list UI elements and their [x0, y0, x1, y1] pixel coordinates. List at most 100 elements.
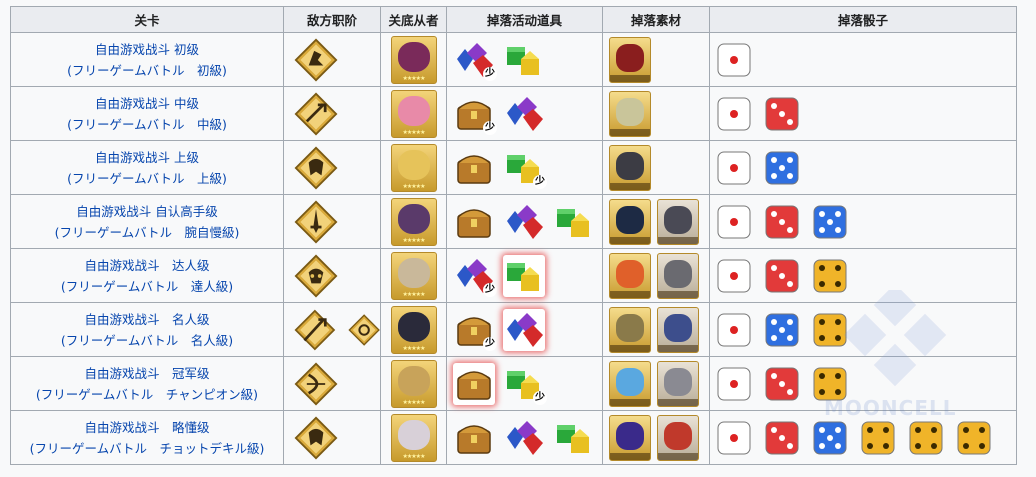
- few-badge: 少: [483, 66, 497, 81]
- stage-cell: 自由游戏战斗 达人级 (フリーゲームバトル 達人級): [10, 248, 284, 303]
- assassin-icon: [294, 254, 338, 298]
- caster-icon: [294, 92, 338, 136]
- servant-portrait[interactable]: ★★★★★: [390, 35, 437, 84]
- header-row: 关卡 敌方职阶 关底从者 掉落活动道具 掉落素材 掉落骰子: [10, 6, 1017, 33]
- servant-portrait[interactable]: ★★★★★: [390, 305, 437, 354]
- header-enemy-class: 敌方职阶: [283, 6, 381, 33]
- material-icon[interactable]: [609, 414, 651, 461]
- stage-cell: 自由游戏战斗 略懂级 (フリーゲームバトル チョットデキル級): [10, 410, 284, 465]
- dice-cell: [709, 194, 1017, 249]
- stage-jp-link[interactable]: (フリーゲームバトル チャンピオン級): [11, 384, 283, 405]
- rarity-stars-icon: ★★★★★: [402, 398, 426, 406]
- material-icon[interactable]: [609, 360, 651, 407]
- material-icon[interactable]: [657, 252, 699, 299]
- chest-item-icon[interactable]: 少: [453, 93, 497, 135]
- white-die-icon: [716, 420, 752, 456]
- material-icon[interactable]: [609, 306, 651, 353]
- white-die-icon: [716, 204, 752, 240]
- enemy-class-cell: [283, 86, 381, 141]
- material-icon[interactable]: [657, 306, 699, 353]
- servant-portrait[interactable]: ★★★★★: [390, 89, 437, 138]
- materials-cell: [602, 86, 710, 141]
- stage-jp-link[interactable]: (フリーゲームバトル 初級): [11, 60, 283, 81]
- block-item-icon[interactable]: [503, 254, 545, 297]
- gold-die-icon: [812, 258, 848, 294]
- event-items-cell: 少: [446, 356, 603, 411]
- stage-link[interactable]: 自由游戏战斗 上级: [11, 147, 283, 168]
- table-row: 自由游戏战斗 上级 (フリーゲームバトル 上級) ★★★★★ 少: [10, 140, 1017, 195]
- block-item-icon[interactable]: [503, 39, 545, 81]
- stage-link[interactable]: 自由游戏战斗 达人级: [11, 255, 283, 276]
- chest-item-icon[interactable]: 少: [453, 309, 497, 351]
- servant-portrait[interactable]: ★★★★★: [390, 197, 437, 246]
- material-icon[interactable]: [657, 360, 699, 407]
- stage-jp-link[interactable]: (フリーゲームバトル 上級): [11, 168, 283, 189]
- dice-cell: [709, 140, 1017, 195]
- stage-link[interactable]: 自由游戏战斗 略懂级: [11, 417, 283, 438]
- gem-item-icon[interactable]: 少: [453, 39, 497, 81]
- blue-die-icon: [812, 204, 848, 240]
- servant-portrait[interactable]: ★★★★★: [390, 251, 437, 300]
- material-icon[interactable]: [609, 198, 651, 245]
- material-icon[interactable]: [657, 198, 699, 245]
- red-die-icon: [764, 258, 800, 294]
- material-icon[interactable]: [609, 36, 651, 83]
- servant-portrait[interactable]: ★★★★★: [390, 143, 437, 192]
- chest-item-icon[interactable]: [453, 362, 495, 405]
- block-item-icon[interactable]: [553, 417, 595, 459]
- block-item-icon[interactable]: 少: [503, 363, 547, 405]
- dice-cell: [709, 32, 1017, 87]
- stage-link[interactable]: 自由游戏战斗 冠军级: [11, 363, 283, 384]
- material-icon[interactable]: [609, 144, 651, 191]
- material-icon[interactable]: [609, 252, 651, 299]
- event-items-cell: 少: [446, 86, 603, 141]
- servant-portrait[interactable]: ★★★★★: [390, 359, 437, 408]
- caster-icon: [348, 313, 380, 347]
- red-die-icon: [764, 204, 800, 240]
- stage-jp-link[interactable]: (フリーゲームバトル 達人級): [11, 276, 283, 297]
- header-servant: 关底从者: [380, 6, 447, 33]
- gem-item-icon[interactable]: [503, 201, 545, 243]
- servant-cell: ★★★★★: [380, 302, 447, 357]
- gold-die-icon: [956, 420, 992, 456]
- stage-jp-link[interactable]: (フリーゲームバトル 名人級): [11, 330, 283, 351]
- enemy-class-cell: [283, 140, 381, 195]
- stage-link[interactable]: 自由游戏战斗 初级: [11, 39, 283, 60]
- gem-item-icon[interactable]: [503, 417, 545, 459]
- table-row: 自由游戏战斗 自认高手级 (フリーゲームバトル 腕自慢級) ★★★★★: [10, 194, 1017, 249]
- stage-link[interactable]: 自由游戏战斗 中级: [11, 93, 283, 114]
- stage-link[interactable]: 自由游戏战斗 名人级: [11, 309, 283, 330]
- gem-item-icon[interactable]: [503, 308, 545, 351]
- event-items-cell: 少: [446, 32, 603, 87]
- chest-item-icon[interactable]: [453, 201, 495, 243]
- material-icon[interactable]: [609, 90, 651, 137]
- blue-die-icon: [812, 420, 848, 456]
- gold-die-icon: [812, 312, 848, 348]
- archer-icon: [294, 362, 338, 406]
- block-item-icon[interactable]: [553, 201, 595, 243]
- drops-table: 关卡 敌方职阶 关底从者 掉落活动道具 掉落素材 掉落骰子 自由游戏战斗 初级 …: [10, 6, 1017, 465]
- gold-die-icon: [812, 366, 848, 402]
- stage-jp-link[interactable]: (フリーゲームバトル 中級): [11, 114, 283, 135]
- rider-icon: [294, 38, 338, 82]
- material-icon[interactable]: [657, 414, 699, 461]
- white-die-icon: [716, 42, 752, 78]
- servant-portrait[interactable]: ★★★★★: [390, 413, 437, 462]
- gem-item-icon[interactable]: 少: [453, 255, 497, 297]
- servant-cell: ★★★★★: [380, 86, 447, 141]
- stage-jp-link[interactable]: (フリーゲームバトル 腕自慢級): [11, 222, 283, 243]
- chest-item-icon[interactable]: [453, 417, 495, 459]
- stage-link[interactable]: 自由游戏战斗 自认高手级: [11, 201, 283, 222]
- table-row: 自由游戏战斗 初级 (フリーゲームバトル 初級) ★★★★★ 少: [10, 32, 1017, 87]
- materials-cell: [602, 302, 710, 357]
- stage-jp-link[interactable]: (フリーゲームバトル チョットデキル級): [11, 438, 283, 459]
- chest-item-icon[interactable]: [453, 147, 495, 189]
- dice-cell: [709, 86, 1017, 141]
- saber-icon: [294, 200, 338, 244]
- materials-cell: [602, 194, 710, 249]
- header-event-items: 掉落活动道具: [446, 6, 603, 33]
- event-items-cell: 少: [446, 302, 603, 357]
- block-item-icon[interactable]: 少: [503, 147, 547, 189]
- dice-cell: [709, 356, 1017, 411]
- gem-item-icon[interactable]: [503, 93, 545, 135]
